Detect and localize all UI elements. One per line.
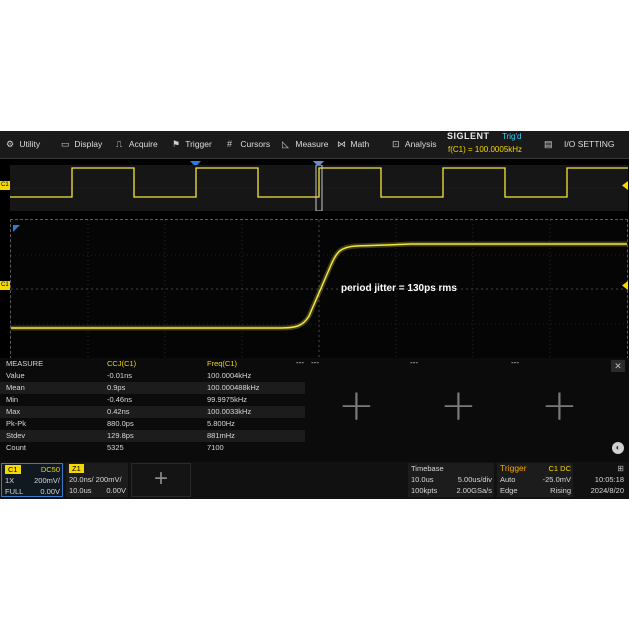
menu-measure[interactable]: ◺ Measure	[282, 139, 328, 150]
channel-bandwidth: FULL	[5, 487, 24, 496]
menu-cursors[interactable]: # Cursors	[227, 139, 270, 149]
acquire-icon: ⎍	[116, 139, 123, 149]
menu-trigger[interactable]: ⚑ Trigger	[172, 139, 212, 150]
brand-logo: SIGLENT	[447, 131, 490, 141]
overview-level-marker	[622, 181, 628, 190]
menu-analysis[interactable]: ⊡ Analysis	[392, 139, 437, 150]
zoom-offset: 0.00V	[106, 486, 126, 495]
trigger-icon: ⚑	[172, 139, 181, 149]
timebase-points: 100kpts	[411, 486, 438, 495]
measure-col-ccj[interactable]: CCJ(C1)	[107, 359, 136, 368]
measure-row: Stdev 129.8ps 881mHz	[0, 430, 305, 442]
measure-slot-ellipsis-2: ---	[311, 358, 319, 367]
trigger-status: Trig'd	[502, 132, 522, 141]
menu-utility[interactable]: ⚙ Utility	[6, 139, 40, 150]
clock-date: 2024/8/20	[590, 486, 624, 495]
channel-scale: 200mV/	[34, 476, 60, 485]
channel-c1-panel[interactable]: C1 DC50 1X 200mV/ FULL 0.00V	[1, 463, 63, 497]
zoom-tag: Z1	[69, 464, 84, 473]
menu-math[interactable]: ⋈ Math	[337, 139, 369, 150]
frequency-counter: f(C1) = 100.0005kHz	[448, 145, 523, 154]
zoom-scale: 20.0ns/ 200mV/	[69, 475, 122, 484]
menu-acquire[interactable]: ⎍ Acquire	[116, 139, 158, 150]
measure-header: MEASURE CCJ(C1) Freq(C1)	[0, 358, 305, 370]
zoom-waveform[interactable]: period jitter = 130ps rms	[10, 219, 628, 359]
measure-col-freq[interactable]: Freq(C1)	[207, 359, 237, 368]
trigger-title: Trigger	[500, 463, 527, 473]
math-icon: ⋈	[337, 139, 346, 149]
close-measure-button[interactable]: ✕	[611, 360, 625, 372]
zoom-z1-panel[interactable]: Z1 20.0ns/ 200mV/ 10.0us 0.00V	[66, 463, 128, 497]
measure-row: Value -0.01ns 100.0004kHz	[6, 371, 252, 380]
clock-panel: ⊞ 10:05:18 2024/8/20	[578, 463, 628, 497]
measure-row: Mean 0.9ps 100.000488kHz	[0, 382, 305, 394]
analysis-icon: ⊡	[392, 139, 400, 149]
measure-slot-ellipsis-1: ---	[296, 358, 304, 367]
timebase-panel[interactable]: Timebase 10.0us 5.00us/div 100kpts 2.00G…	[408, 463, 494, 497]
add-measurement-button[interactable]: +	[440, 384, 477, 428]
timebase-rate: 2.00GSa/s	[456, 486, 492, 495]
io-setting-button[interactable]: I/O SETTING	[564, 139, 615, 149]
channel-offset: 0.00V	[40, 487, 60, 496]
timebase-delay: 10.0us	[411, 475, 434, 484]
jitter-annotation: period jitter = 130ps rms	[341, 283, 457, 294]
network-icon: ⊞	[617, 464, 624, 473]
zoom-level-marker	[622, 281, 628, 290]
display-icon: ▭	[61, 139, 70, 149]
zoom-time: 10.0us	[69, 486, 92, 495]
menu-display[interactable]: ▭ Display	[61, 139, 102, 150]
channel-marker-zoom: C1	[0, 281, 10, 290]
channel-marker-overview: C1	[0, 181, 10, 190]
trigger-mode: Auto	[500, 475, 516, 484]
trigger-slope: Rising	[550, 486, 571, 495]
menu-bar: ⚙ Utility ▭ Display ⎍ Acquire ⚑ Trigger …	[0, 131, 629, 159]
add-measurement-button[interactable]: +	[541, 384, 578, 428]
channel-tag: C1	[5, 465, 21, 474]
measure-icon: ◺	[282, 139, 289, 149]
measure-slot-ellipsis-3: ---	[410, 358, 418, 367]
add-channel-button[interactable]: +	[131, 463, 191, 497]
measure-title: MEASURE	[6, 359, 44, 368]
measure-row: Count 5325 7100	[6, 443, 224, 452]
channel-coupling: DC50	[40, 465, 60, 474]
gear-icon: ⚙	[6, 139, 15, 149]
channel-probe: 1X	[5, 476, 15, 485]
io-icon: ▤	[544, 139, 553, 149]
zoom-waveform-plot	[11, 220, 627, 358]
measure-row: Min -0.46ns 99.9975kHz	[6, 395, 248, 404]
cursors-icon: #	[227, 139, 233, 149]
trigger-type: Edge	[500, 486, 518, 495]
measure-row: Max 0.42ns 100.0033kHz	[0, 406, 305, 418]
zoom-trigger-marker	[13, 225, 20, 232]
measure-row: Pk-Pk 880.0ps 5.800Hz	[6, 419, 235, 428]
overview-waveform[interactable]	[10, 165, 628, 211]
add-measurement-button[interactable]: +	[338, 384, 375, 428]
timebase-title: Timebase	[411, 464, 444, 473]
oscilloscope-screen: ⚙ Utility ▭ Display ⎍ Acquire ⚑ Trigger …	[0, 131, 629, 499]
trigger-panel[interactable]: Trigger C1 DC Auto -25.0mV Edge Rising	[497, 463, 573, 497]
measure-slot-ellipsis-4: ---	[511, 358, 519, 367]
measure-panel: MEASURE CCJ(C1) Freq(C1) --- --- --- ---…	[0, 358, 629, 462]
trigger-level: -25.0mV	[542, 475, 571, 484]
trigger-source: C1 DC	[548, 464, 571, 473]
clock-time: 10:05:18	[594, 475, 624, 484]
measure-settings-icon[interactable]: ◐	[612, 442, 624, 454]
status-bar: C1 DC50 1X 200mV/ FULL 0.00V Z1 20.0ns/ …	[0, 462, 629, 499]
timebase-scale: 5.00us/div	[457, 475, 492, 484]
